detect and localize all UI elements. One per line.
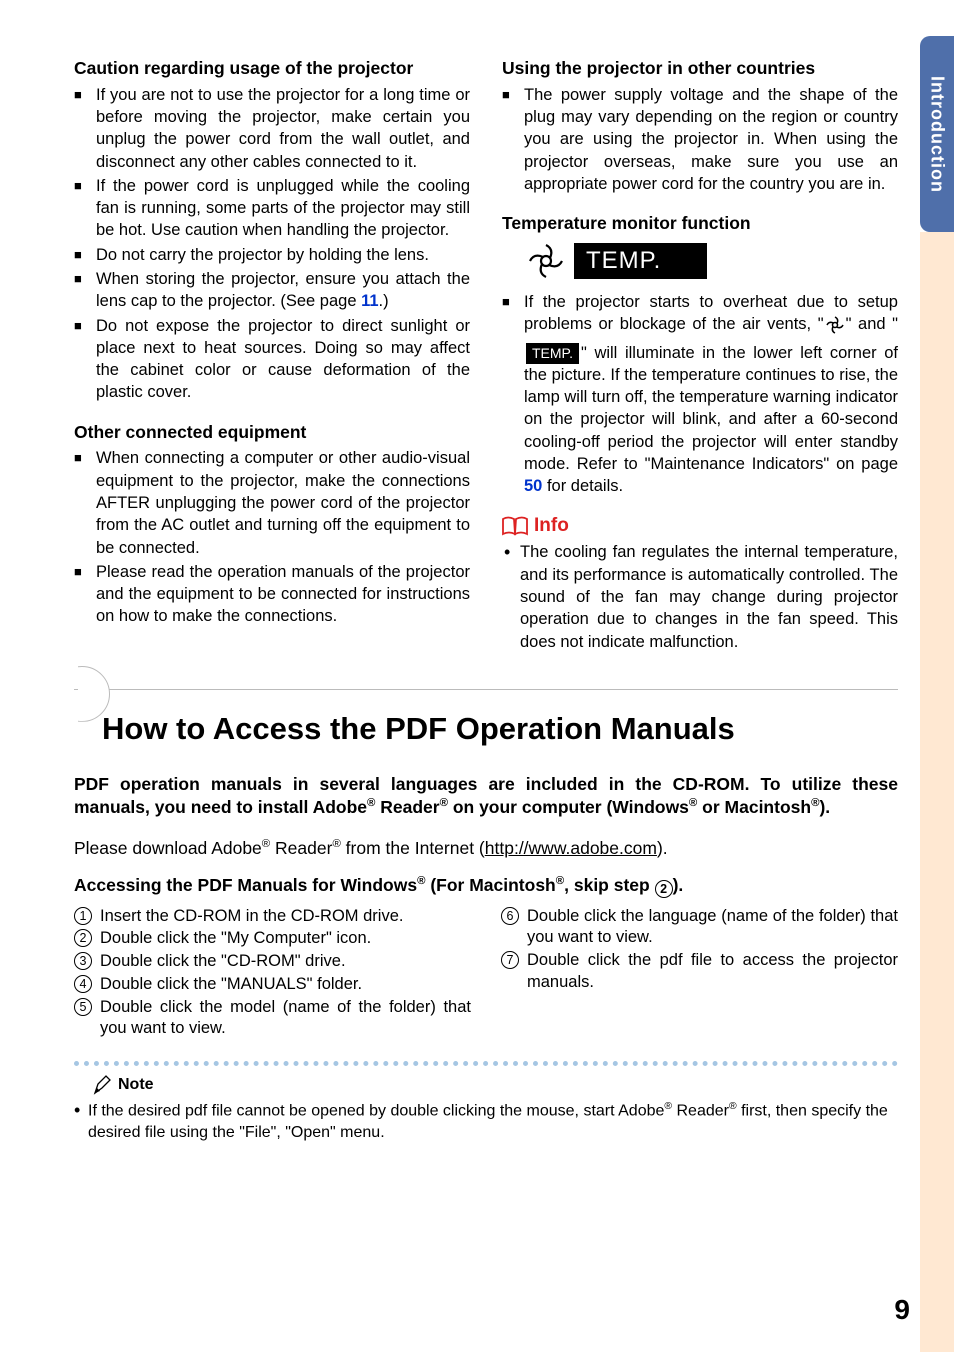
right-column: Using the projector in other countries T… xyxy=(502,58,898,653)
step-item: 7 Double click the pdf file to access the… xyxy=(501,950,898,994)
countries-item: The power supply voltage and the shape o… xyxy=(502,84,898,195)
equipment-list: When connecting a computer or other audi… xyxy=(74,447,470,627)
temp-label-box: TEMP. xyxy=(574,243,707,279)
intro-paragraph-bold: PDF operation manuals in several languag… xyxy=(74,773,898,819)
caution-item: Do not carry the projector by holding th… xyxy=(74,244,470,266)
reg-mark: ® xyxy=(664,1101,672,1112)
pencil-icon xyxy=(92,1074,114,1096)
heading-other-countries: Using the projector in other countries xyxy=(502,58,898,80)
page-link-11[interactable]: 11 xyxy=(361,292,378,310)
equipment-item: Please read the operation manuals of the… xyxy=(74,561,470,628)
info-list: The cooling fan regulates the internal t… xyxy=(502,541,898,652)
reg-mark: ® xyxy=(332,838,340,850)
adobe-url-link[interactable]: http://www.adobe.com xyxy=(485,838,657,858)
step-item: 3 Double click the "CD-ROM" drive. xyxy=(74,951,471,973)
intro-text: Reader xyxy=(375,797,439,817)
step-text: Double click the model (name of the fold… xyxy=(100,998,471,1038)
caution-text: .) xyxy=(379,292,389,310)
fan-icon-inline xyxy=(825,315,845,341)
heading-caution: Caution regarding usage of the projector xyxy=(74,58,470,80)
caution-list: If you are not to use the projector for … xyxy=(74,84,470,404)
caution-item: Do not expose the projector to direct su… xyxy=(74,315,470,404)
reg-mark: ® xyxy=(729,1101,737,1112)
circled-4: 4 xyxy=(74,975,92,993)
info-item: The cooling fan regulates the internal t… xyxy=(502,541,898,652)
upper-columns: Caution regarding usage of the projector… xyxy=(74,58,898,653)
steps-left: 1Insert the CD-ROM in the CD-ROM drive. … xyxy=(74,906,471,1042)
temp-list: If the projector starts to overheat due … xyxy=(502,291,898,497)
reg-mark: ® xyxy=(262,838,270,850)
caution-item: If you are not to use the projector for … xyxy=(74,84,470,173)
book-icon xyxy=(502,516,528,536)
access-text: (For Macintosh xyxy=(425,875,555,895)
step-list: 6 Double click the language (name of the … xyxy=(501,906,898,994)
equipment-item: When connecting a computer or other audi… xyxy=(74,447,470,558)
heading-other-equipment: Other connected equipment xyxy=(74,422,470,444)
side-strip xyxy=(920,232,954,1352)
circled-7: 7 xyxy=(501,951,519,969)
intro-text: from the Internet ( xyxy=(341,838,485,858)
note-text: Reader xyxy=(672,1103,729,1120)
access-heading: Accessing the PDF Manuals for Windows ® (… xyxy=(74,875,898,898)
heading-temp-monitor: Temperature monitor function xyxy=(502,213,898,235)
circled-3: 3 xyxy=(74,952,92,970)
countries-list: The power supply voltage and the shape o… xyxy=(502,84,898,195)
steps-columns: 1Insert the CD-ROM in the CD-ROM drive. … xyxy=(74,906,898,1042)
note-body: If the desired pdf file cannot be opened… xyxy=(74,1100,898,1144)
caution-item: If the power cord is unplugged while the… xyxy=(74,175,470,242)
page-content: Caution regarding usage of the projector… xyxy=(74,58,898,1144)
note-label: Note xyxy=(118,1076,154,1094)
reg-mark: ® xyxy=(556,875,564,887)
temp-badge: TEMP. xyxy=(526,241,898,281)
note-heading: Note xyxy=(92,1074,898,1096)
temp-word-inline: TEMP. xyxy=(526,343,579,364)
left-column: Caution regarding usage of the projector… xyxy=(74,58,470,653)
access-text: Accessing the PDF Manuals for Windows xyxy=(74,875,417,895)
step-item: 4 Double click the "MANUALS" folder. xyxy=(74,974,471,996)
fan-icon xyxy=(526,241,566,281)
temp-item: If the projector starts to overheat due … xyxy=(502,291,898,497)
step-ref-2: 2 xyxy=(655,880,673,898)
step-list: 1Insert the CD-ROM in the CD-ROM drive. … xyxy=(74,906,471,1041)
step-item: 5 Double click the model (name of the fol… xyxy=(74,997,471,1041)
caution-item: When storing the projector, ensure you a… xyxy=(74,268,470,313)
circled-2: 2 xyxy=(74,929,92,947)
section-divider xyxy=(74,689,898,759)
note-text: If the desired pdf file cannot be opened… xyxy=(88,1103,664,1120)
step-text: Double click the language (name of the f… xyxy=(527,907,898,947)
info-heading: Info xyxy=(502,515,898,537)
caution-text: When storing the projector, ensure you a… xyxy=(96,270,470,310)
step-text: Double click the "CD-ROM" drive. xyxy=(100,952,346,970)
intro-text: Reader xyxy=(270,838,332,858)
intro-paragraph-plain: Please download Adobe® Reader® from the … xyxy=(74,837,898,861)
intro-text: Please download Adobe xyxy=(74,838,262,858)
intro-text: ). xyxy=(657,838,668,858)
step-item: 2 Double click the "My Computer" icon. xyxy=(74,928,471,950)
temp-text: " and " xyxy=(846,315,898,333)
step-text: Double click the pdf file to access the … xyxy=(527,951,898,991)
circled-1: 1 xyxy=(74,907,92,925)
step-text: Double click the "MANUALS" folder. xyxy=(100,975,362,993)
info-label: Info xyxy=(534,515,569,537)
dotted-divider xyxy=(74,1061,898,1066)
temp-text: for details. xyxy=(542,477,623,495)
step-text: Double click the "My Computer" icon. xyxy=(100,929,371,947)
page-number: 9 xyxy=(894,1294,910,1326)
step-text: Insert the CD-ROM in the CD-ROM drive. xyxy=(100,907,403,925)
steps-right: 6 Double click the language (name of the … xyxy=(501,906,898,1042)
access-text: , skip step xyxy=(564,875,654,895)
intro-text: ). xyxy=(819,797,830,817)
circled-5: 5 xyxy=(74,998,92,1016)
reg-mark: ® xyxy=(440,797,448,809)
intro-text: or Macintosh xyxy=(697,797,811,817)
side-tab-introduction: Introduction xyxy=(920,36,954,232)
access-text: ). xyxy=(673,875,684,895)
circled-6: 6 xyxy=(501,907,519,925)
step-item: 6 Double click the language (name of the … xyxy=(501,906,898,950)
temp-text: " will illuminate in the lower left corn… xyxy=(524,344,898,473)
intro-text: on your computer (Windows xyxy=(448,797,689,817)
side-tab-label: Introduction xyxy=(927,76,948,193)
step-item: 1 Insert the CD-ROM in the CD-ROM drive. xyxy=(74,906,471,928)
page-link-50[interactable]: 50 xyxy=(524,477,542,495)
